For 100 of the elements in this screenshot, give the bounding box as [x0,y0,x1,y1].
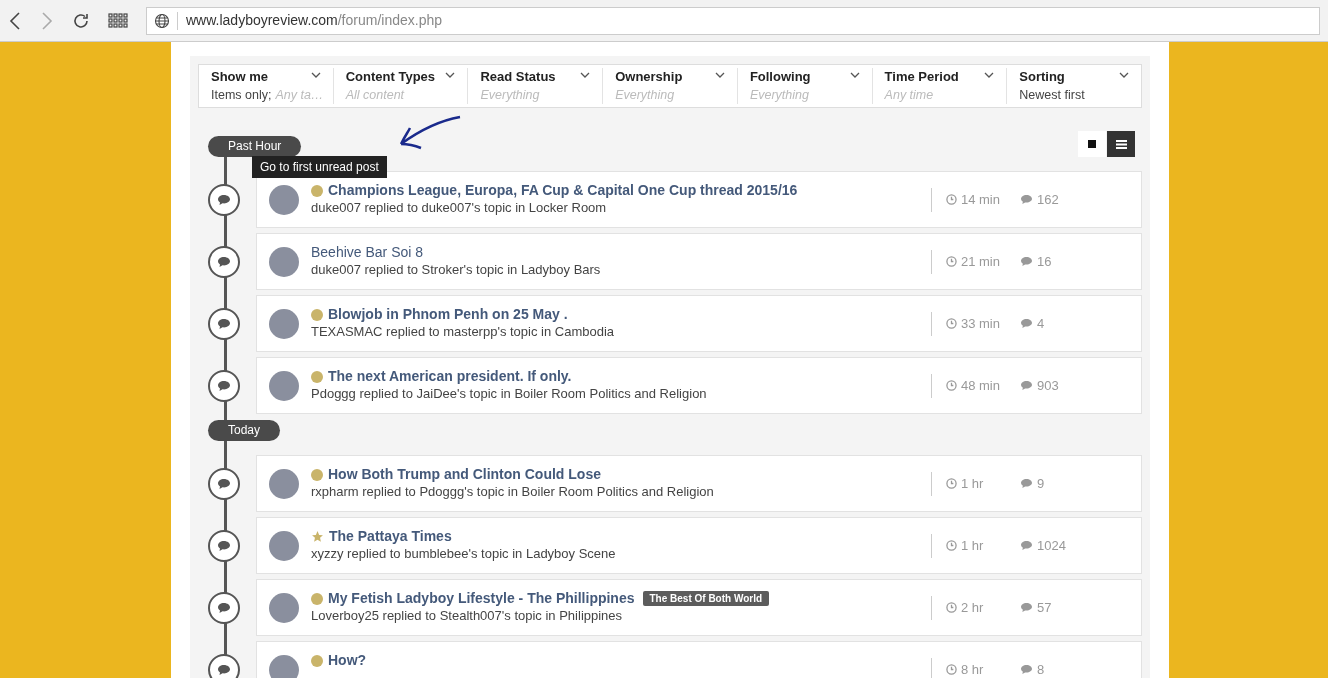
chevron-down-icon [580,72,591,78]
speech-bubble-icon [1020,318,1033,329]
topic-title[interactable]: How Both Trump and Clinton Could Lose [328,466,601,483]
avatar[interactable] [269,468,299,499]
forward-icon[interactable] [40,10,54,31]
avatar[interactable] [269,654,299,678]
activity-meta: duke007 replied to Stroker's topic in Ladyboy Bars [311,261,602,278]
clock-icon [946,664,957,675]
speech-bubble-icon [1020,478,1033,489]
avatar[interactable] [269,370,299,401]
activity-time: 1 hr [961,474,984,493]
speech-bubble-icon [1020,256,1033,267]
reply-count: 8 [1037,660,1045,678]
clock-icon [946,380,957,391]
globe-icon [154,12,170,29]
reply-count: 903 [1037,376,1059,395]
activity-card[interactable]: My Fetish Ladyboy Lifestyle - The Phillippines The Best Of Both World Loverboy25 replied to Stealth007's topic in Philippines 2 hr 57 [256,579,1142,636]
activity-card[interactable]: How Both Trump and Clinton Could Lose rxpharm replied to Pdoggg's topic in Boiler Room Politics and Religion 1 hr 9 [256,455,1142,512]
apps-grid-icon[interactable] [108,12,128,29]
activity-card[interactable]: The next American president. If only. Pdoggg replied to JaiDee's topic in Boiler Room Politics and Religion 48 min 903 [256,357,1142,414]
filter-value: Newest first [1019,87,1085,104]
topic-title[interactable]: The Pattaya Times [329,528,452,545]
reload-icon[interactable] [72,11,90,30]
activity-meta: rxpharm replied to Pdoggg's topic in Boiler Room Politics and Religion [311,483,715,500]
speech-bubble-icon [217,193,231,206]
speech-bubble-icon [217,601,231,614]
topic-title[interactable]: How? [328,652,367,669]
expanded-view-button[interactable] [1107,131,1135,157]
reply-count: 162 [1037,190,1059,209]
topic-title[interactable]: Blowjob in Phnom Penh on 25 May . [328,306,568,323]
speech-bubble-icon [217,255,231,268]
list-icon [1115,139,1127,149]
speech-bubble-icon [1020,194,1033,205]
topic-title[interactable]: My Fetish Ladyboy Lifestyle - The Phillippines [328,590,635,607]
filter-title: Content Types [345,68,436,86]
avatar[interactable] [269,530,299,561]
chevron-down-icon [714,72,725,78]
activity-time: 8 hr [961,660,984,678]
avatar[interactable] [269,246,299,277]
topic-tag[interactable]: The Best Of Both World [642,591,770,606]
chevron-down-icon [849,72,860,78]
activity-meta: TEXASMAC replied to masterpp's topic in Cambodia [311,323,616,340]
speech-bubble-icon [1020,664,1033,675]
topic-title[interactable]: Beehive Bar Soi 8 [311,244,424,261]
filter-dropdown[interactable]: Time Period Any time [871,68,1007,104]
reply-count: 16 [1037,252,1052,271]
filter-dropdown[interactable]: Sorting Newest first [1006,68,1142,104]
reply-count: 57 [1037,598,1052,617]
reply-count: 1024 [1037,536,1066,555]
clock-icon [946,602,957,613]
chevron-down-icon [1119,72,1130,78]
filter-dropdown[interactable]: Read Status Everything [467,68,603,104]
filter-dropdown[interactable]: Content Types All content [332,68,468,104]
clock-icon [946,540,957,551]
filter-title: Following [749,68,811,86]
chevron-down-icon [445,72,456,78]
speech-bubble-icon [1020,602,1033,613]
clock-icon [946,256,957,267]
filter-dropdown[interactable]: Ownership Everything [602,68,737,104]
speech-bubble-icon [217,477,231,490]
chevron-down-icon [984,72,995,78]
activity-meta: xyzzy replied to bumblebee's topic in Ladyboy Scene [311,545,617,562]
avatar[interactable] [269,184,299,215]
speech-bubble-icon [1020,540,1033,551]
filter-title: Ownership [615,68,683,86]
back-icon[interactable] [8,10,22,31]
activity-card[interactable]: How? 8 hr 8 [256,641,1142,678]
filter-dropdown[interactable]: Following Everything [736,68,872,104]
activity-card[interactable]: Blowjob in Phnom Penh on 25 May . TEXASMAC replied to masterpp's topic in Cambodia 33 min 4 [256,295,1142,352]
filter-title: Read Status [480,68,556,86]
filter-dropdown[interactable]: Show me Items only; Any ta… [199,68,333,104]
url-text: www.ladyboyreview.com/forum/index.php [186,11,443,30]
speech-bubble-icon [217,539,231,552]
tooltip: Go to first unread post [252,156,387,178]
filter-hint: Everything [615,87,675,104]
topic-title[interactable]: Champions League, Europa, FA Cup & Capital One Cup thread 2015/16 [328,182,798,199]
avatar[interactable] [269,308,299,339]
topic-title[interactable]: The next American president. If only. [328,368,572,385]
activity-time: 14 min [960,190,1000,209]
filter-title: Show me [211,68,270,86]
clock-icon [946,478,957,489]
clock-icon [946,318,957,329]
clock-icon [946,194,957,205]
avatar[interactable] [269,592,299,623]
activity-meta: Loverboy25 replied to Stealth007's topic in Philippines [311,607,624,624]
activity-time: 21 min [960,252,1000,271]
filter-hint: All content [345,87,405,104]
filter-title: Time Period [884,68,959,86]
activity-time: 1 hr [961,536,984,555]
filter-hint: Any ta… [275,87,324,104]
reply-count: 4 [1037,314,1045,333]
filter-hint: Everything [749,87,809,104]
filter-title: Sorting [1019,68,1066,86]
chevron-down-icon [310,72,321,78]
activity-card[interactable]: The Pattaya Times xyzzy replied to bumblebee's topic in Ladyboy Scene 1 hr 1024 [256,517,1142,574]
hand-drawn-arrow [398,114,462,150]
address-bar[interactable]: www.ladyboyreview.com/forum/index.php [146,6,1320,35]
speech-bubble-icon [217,379,231,392]
activity-card[interactable]: Beehive Bar Soi 8 duke007 replied to Stroker's topic in Ladyboy Bars 21 min 16 [256,233,1142,290]
condensed-view-button[interactable] [1078,131,1106,157]
